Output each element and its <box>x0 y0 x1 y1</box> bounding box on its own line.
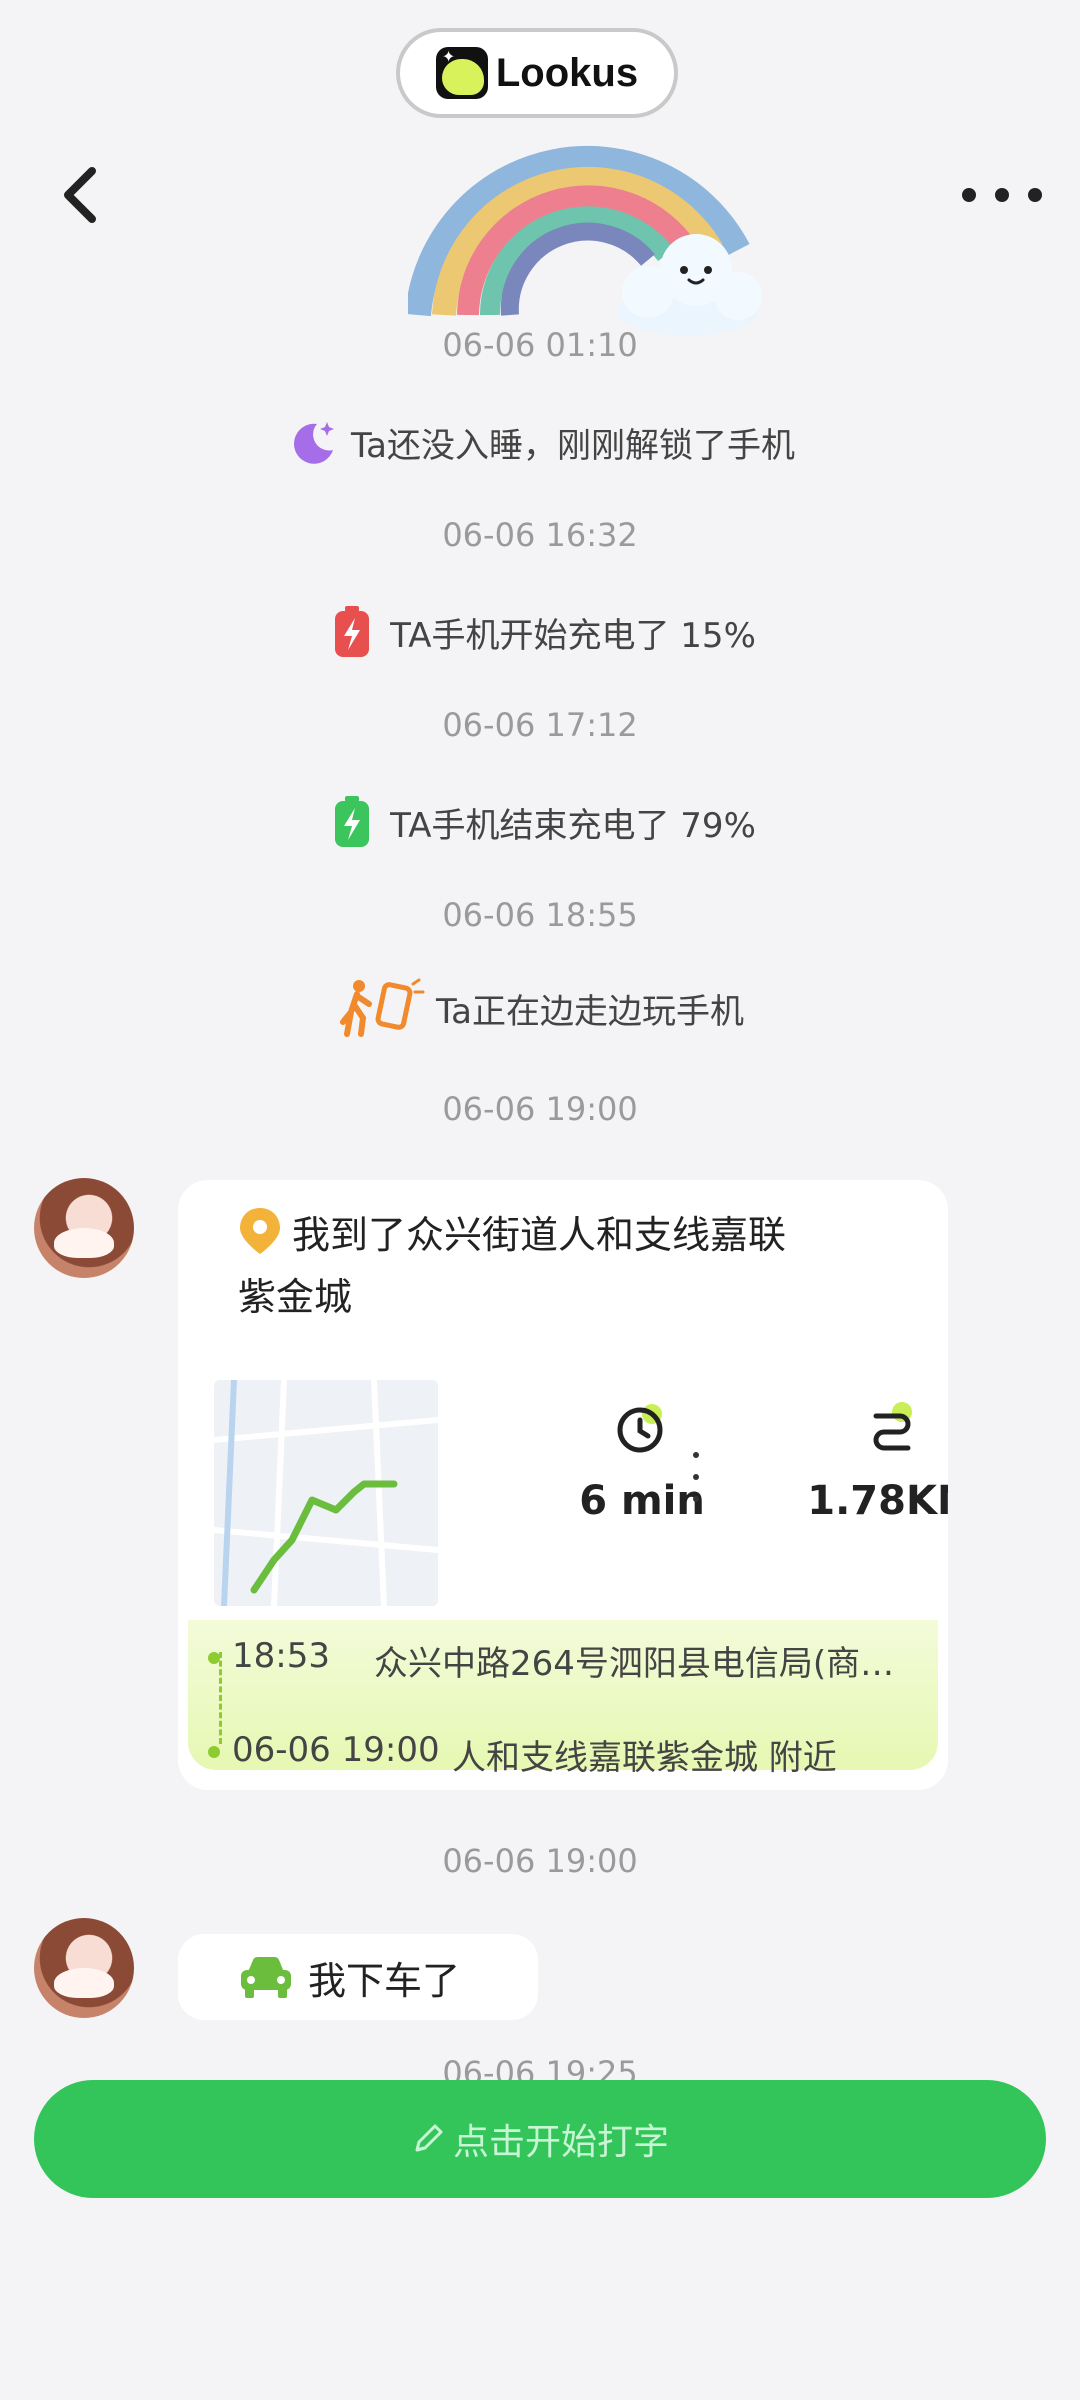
route-dot <box>208 1746 220 1758</box>
status-event: TA手机结束充电了 79% <box>0 794 1080 850</box>
route-distance-icon <box>873 1402 912 1451</box>
route-dot <box>208 1652 220 1664</box>
location-title-text: 我到了众兴街道人和支线嘉联紫金城 <box>238 1213 787 1319</box>
event-text: TA手机开始充电了 15% <box>390 615 756 656</box>
battery-green-icon <box>324 794 380 850</box>
route-start-address: 众兴中路264号泗阳县电信局(商… <box>374 1644 895 1684</box>
duration-stat: 6 min <box>542 1400 742 1524</box>
clock-icon <box>617 1404 663 1453</box>
avatar[interactable] <box>34 1178 134 1278</box>
message-feed: 06-06 01:10 Ta还没入睡，刚刚解锁了手机 06-06 16:32 T… <box>0 0 1080 2400</box>
start-typing-button[interactable]: 点击开始打字 <box>34 2080 1046 2198</box>
timestamp: 06-06 01:10 <box>442 326 638 364</box>
timestamp: 06-06 17:12 <box>442 706 638 744</box>
timestamp: 06-06 19:00 <box>442 1842 638 1880</box>
route-end-address: 人和支线嘉联紫金城 附近 <box>452 1738 837 1778</box>
event-text: Ta正在边走边玩手机 <box>436 991 744 1032</box>
route-connector <box>219 1652 222 1744</box>
location-pin-icon <box>238 1206 282 1270</box>
stat-divider <box>693 1452 699 1502</box>
timestamp: 06-06 16:32 <box>442 516 638 554</box>
route-start-time: 18:53 <box>232 1636 330 1676</box>
car-icon <box>238 1954 294 2000</box>
distance-value: 1.78KM <box>807 1478 948 1524</box>
walking-phone-icon <box>336 978 426 1037</box>
location-message-card[interactable]: 我到了众兴街道人和支线嘉联紫金城 6 min 1.78KM <box>178 1180 948 1790</box>
status-event: TA手机开始充电了 15% <box>0 604 1080 660</box>
distance-stat: 1.78KM <box>792 1400 948 1524</box>
timestamp: 06-06 18:55 <box>442 896 638 934</box>
avatar[interactable] <box>34 1918 134 2018</box>
route-end-time: 06-06 19:00 <box>232 1730 440 1770</box>
timestamp: 06-06 19:00 <box>442 1090 638 1128</box>
duration-value: 6 min <box>579 1478 705 1524</box>
moon-star-icon <box>285 414 341 470</box>
timestamp-partial: 06-06 19:25 <box>442 2056 638 2080</box>
event-text: TA手机结束充电了 79% <box>390 805 756 846</box>
status-event: Ta正在边走边玩手机 <box>0 978 1080 1037</box>
car-message-text: 我下车了 <box>308 1958 461 2003</box>
battery-red-icon <box>324 604 380 660</box>
pencil-icon <box>411 2122 445 2156</box>
status-event: Ta还没入睡，刚刚解锁了手机 <box>0 414 1080 470</box>
event-text: Ta还没入睡，刚刚解锁了手机 <box>351 425 795 466</box>
route-map-thumbnail[interactable] <box>214 1380 438 1606</box>
input-placeholder: 点击开始打字 <box>452 2122 669 2163</box>
car-message-bubble[interactable]: 我下车了 <box>178 1934 538 2020</box>
location-title: 我到了众兴街道人和支线嘉联紫金城 <box>238 1206 798 1324</box>
